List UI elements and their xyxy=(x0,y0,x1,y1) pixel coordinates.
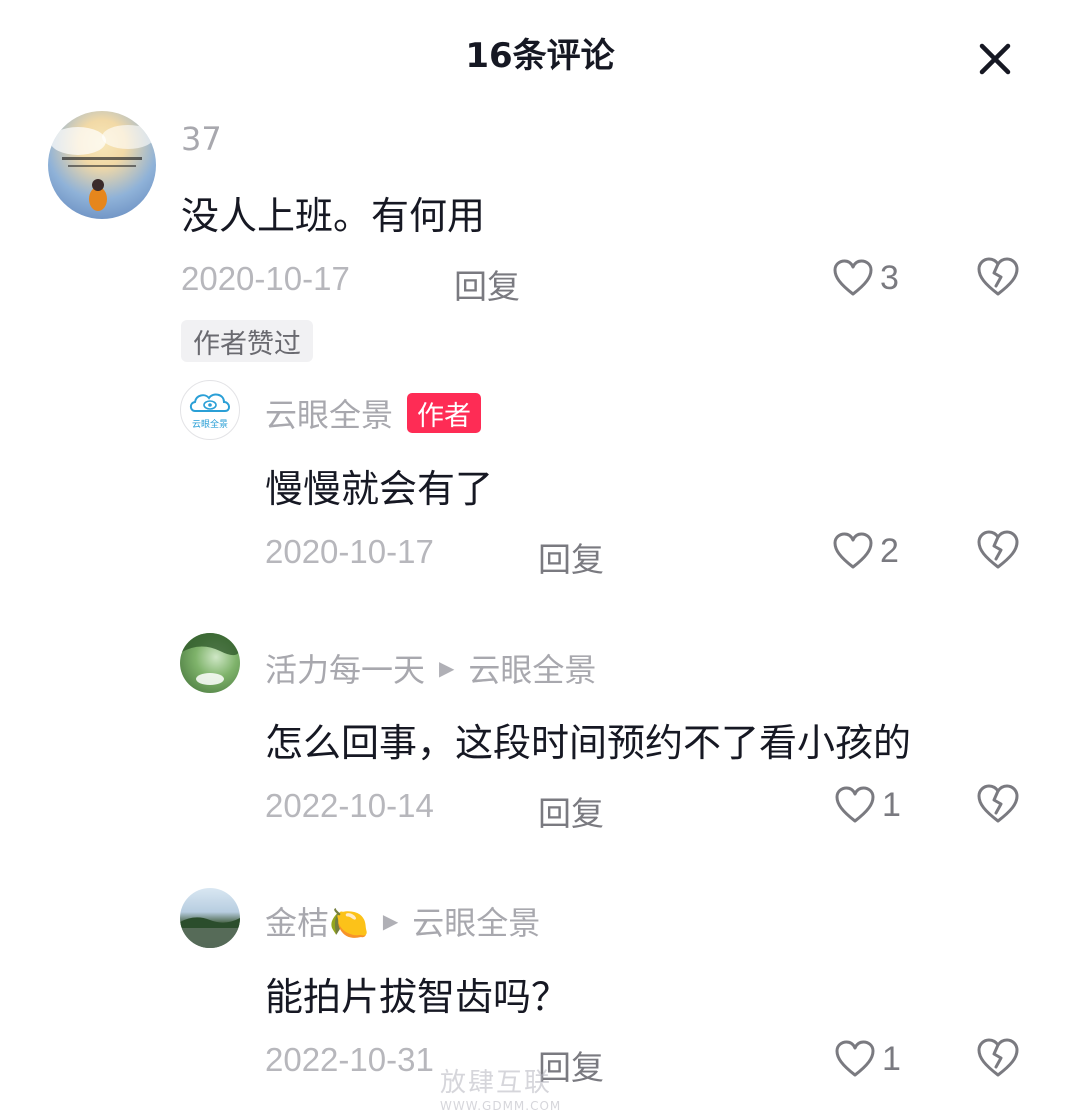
close-button[interactable] xyxy=(970,36,1020,86)
like-count: 3 xyxy=(880,258,899,297)
reply-arrow-icon: ▶ xyxy=(439,656,455,680)
heart-icon xyxy=(833,259,873,296)
username-text[interactable]: 云眼全景 xyxy=(265,390,393,436)
comment-date: 2020-10-17 xyxy=(181,260,350,297)
reply-arrow-icon: ▶ xyxy=(382,909,399,933)
username[interactable]: 金桔🍋 ▶ 云眼全景 xyxy=(265,898,540,944)
comment-text: 能拍片拔智齿吗？ xyxy=(265,975,570,1019)
dislike-button[interactable] xyxy=(976,1037,1020,1081)
reply-button[interactable]: 回复 xyxy=(454,260,520,308)
broken-heart-icon xyxy=(977,784,1019,823)
username[interactable]: 云眼全景 作者 xyxy=(265,390,482,436)
avatar[interactable] xyxy=(48,111,156,219)
dislike-button[interactable] xyxy=(976,256,1020,300)
like-count: 2 xyxy=(880,531,899,570)
avatar[interactable]: 云眼全景 xyxy=(180,380,240,440)
heart-icon xyxy=(835,786,875,823)
reply-button[interactable]: 回复 xyxy=(538,533,604,581)
reply-to-username[interactable]: 云眼全景 xyxy=(412,898,540,944)
like-button[interactable]: 1 xyxy=(834,783,901,827)
page-title: 16条评论 xyxy=(465,36,615,76)
comment-text: 怎么回事，这段时间预约不了看小孩的 xyxy=(265,721,912,765)
watermark-line2: WWW.GDMM.COM xyxy=(440,1099,562,1113)
comment-text: 慢慢就会有了 xyxy=(265,467,494,511)
like-button[interactable]: 1 xyxy=(834,1037,901,1081)
comment-date: 2020-10-17 xyxy=(265,533,434,570)
reply-button[interactable]: 回复 xyxy=(538,787,604,835)
dislike-button[interactable] xyxy=(976,783,1020,827)
like-count: 1 xyxy=(882,1039,901,1078)
svg-text:云眼全景: 云眼全景 xyxy=(192,418,228,430)
broken-heart-icon xyxy=(977,530,1019,569)
dislike-button[interactable] xyxy=(976,529,1020,573)
like-button[interactable]: 2 xyxy=(832,529,899,573)
like-count: 1 xyxy=(882,785,901,824)
watermark-line1: 放肆互联 xyxy=(440,1068,553,1098)
close-icon xyxy=(979,43,1011,75)
author-liked-tag: 作者赞过 xyxy=(181,320,313,362)
broken-heart-icon xyxy=(977,1038,1019,1077)
avatar[interactable] xyxy=(180,888,240,948)
username[interactable]: 活力每一天 ▶ 云眼全景 xyxy=(265,645,596,691)
reply-to-username[interactable]: 云眼全景 xyxy=(468,645,596,691)
watermark: 放肆互联 WWW.GDMM.COM xyxy=(440,1062,561,1113)
comment-date: 2022-10-14 xyxy=(265,787,434,824)
heart-icon xyxy=(835,1040,875,1077)
like-button[interactable]: 3 xyxy=(832,256,899,300)
comment-text: 没人上班。有何用 xyxy=(181,194,486,238)
comment-date: 2022-10-31 xyxy=(265,1041,434,1078)
author-badge: 作者 xyxy=(407,393,482,433)
username[interactable]: 37 xyxy=(181,120,222,158)
avatar[interactable] xyxy=(180,633,240,693)
username-text[interactable]: 活力每一天 xyxy=(265,645,425,691)
username-text[interactable]: 金桔🍋 xyxy=(265,898,369,944)
broken-heart-icon xyxy=(977,257,1019,296)
heart-icon xyxy=(833,532,873,569)
